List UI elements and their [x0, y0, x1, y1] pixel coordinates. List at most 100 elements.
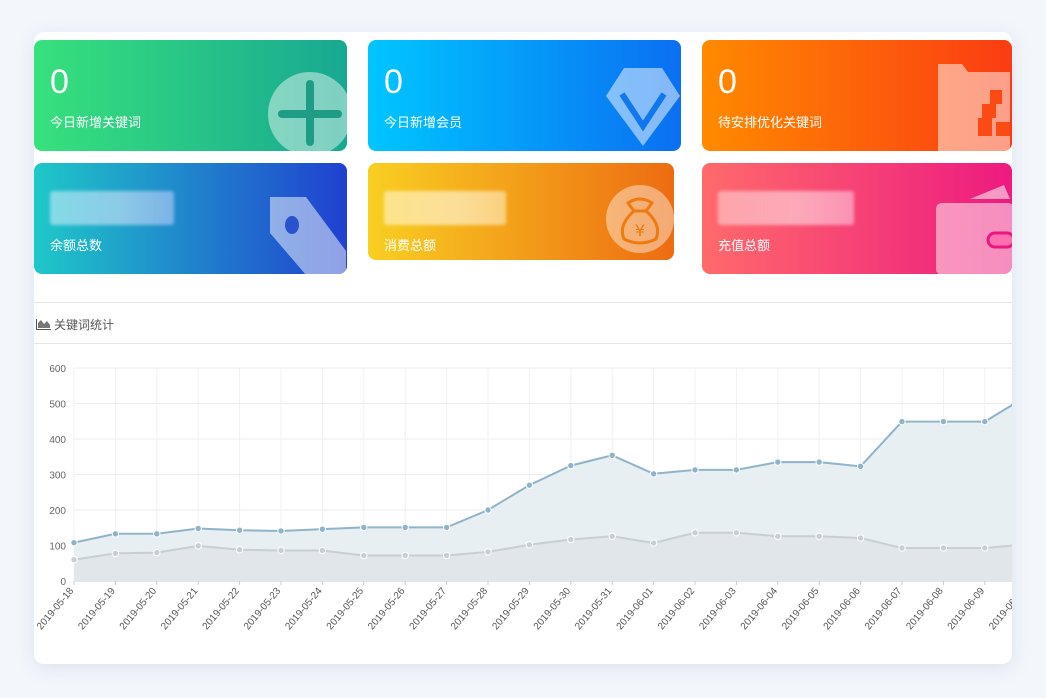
data-point: [111, 530, 120, 538]
data-point: [235, 526, 244, 534]
x-tick-label: 2019-05-29: [490, 586, 532, 633]
data-point: [567, 461, 575, 470]
new-members-label: 今日新增会员: [384, 115, 463, 130]
x-tick-label: 2019-06-02: [656, 586, 698, 633]
data-point: [815, 532, 823, 540]
data-point: [939, 544, 948, 552]
x-tick-label: 2019-05-28: [449, 586, 491, 633]
x-tick-label: 2019-05-30: [532, 586, 574, 633]
dashboard-frame: 0 今日新增关键词 0 今日新增会员 0 待安排优化关键词 余额总数 消费总额 …: [34, 32, 1012, 664]
y-tick-label: 300: [49, 471, 66, 482]
data-point: [898, 417, 906, 426]
data-point: [484, 506, 492, 514]
data-point: [360, 523, 368, 532]
x-tick-label: 2019-05-18: [35, 586, 77, 633]
folder-icon: [938, 64, 1010, 151]
y-tick-label: 100: [49, 542, 66, 553]
data-point: [856, 534, 865, 542]
plus-icon: [268, 72, 347, 151]
data-point: [981, 417, 989, 426]
recharge-total-value-redacted: [718, 191, 854, 225]
x-tick-label: 2019-05-26: [366, 586, 408, 633]
y-tick-label: 400: [49, 435, 66, 446]
balance-total-value-redacted: [50, 191, 174, 225]
new-keywords-label: 今日新增关键词: [50, 115, 142, 130]
panel-header: 关键词统计: [34, 303, 1012, 344]
data-point: [608, 451, 616, 460]
x-tick-label: 2019-06-04: [739, 586, 781, 633]
y-tick-label: 0: [60, 577, 66, 588]
data-point: [898, 544, 906, 552]
data-point: [525, 481, 534, 489]
x-tick-label: 2019-05-20: [118, 586, 160, 633]
new-members-value: 0: [384, 63, 403, 101]
data-point: [567, 535, 575, 544]
data-point: [774, 532, 782, 540]
area-chart-icon: [36, 319, 51, 330]
data-point: [649, 539, 658, 547]
data-point: [856, 462, 865, 471]
data-point: [981, 544, 989, 552]
x-tick-label: 2019-06-01: [615, 586, 657, 633]
consumption-total-value-redacted: [384, 191, 506, 225]
pending-keywords-label: 待安排优化关键词: [718, 115, 823, 130]
data-point: [360, 551, 368, 560]
pending-keywords-card[interactable]: 0 待安排优化关键词: [702, 40, 1012, 151]
data-point: [525, 541, 534, 549]
data-point: [318, 546, 327, 555]
x-tick-label: 2019-06-09: [946, 586, 988, 633]
x-tick-label: 2019-06-06: [822, 586, 864, 633]
consumption-total-label: 消费总额: [384, 238, 437, 253]
x-tick-label: 2019-05-23: [242, 586, 284, 633]
new-keywords-card[interactable]: 0 今日新增关键词: [34, 40, 347, 151]
data-point: [194, 524, 202, 533]
x-tick-label: 2019-05-22: [201, 586, 243, 633]
data-point: [774, 458, 782, 466]
data-point: [484, 548, 492, 556]
x-tick-label: 2019-06-10: [987, 586, 1012, 633]
data-point: [194, 542, 202, 550]
data-point: [277, 527, 285, 535]
balance-total-card[interactable]: 余额总数: [34, 163, 347, 274]
data-point: [70, 538, 78, 547]
y-tick-label: 500: [49, 400, 66, 411]
x-tick-label: 2019-06-05: [780, 586, 822, 633]
money-bag-icon: ¥: [606, 185, 674, 253]
keyword-stats-chart: 01002003004005006002019-05-18 2019-05-19 2…: [35, 364, 1012, 633]
consumption-total-card[interactable]: 消费总额 ¥: [368, 163, 674, 260]
balance-total-label: 余额总数: [50, 238, 103, 253]
pending-keywords-value: 0: [718, 63, 737, 101]
data-point: [401, 523, 409, 532]
data-point: [111, 549, 120, 558]
tag-icon: [270, 197, 346, 274]
data-point: [649, 470, 658, 478]
recharge-total-label: 充值总额: [718, 238, 771, 253]
data-point: [815, 458, 823, 466]
data-point: [442, 523, 451, 532]
data-point: [153, 548, 161, 557]
x-tick-label: 2019-05-31: [573, 586, 615, 633]
data-point: [608, 532, 616, 540]
x-tick-label: 2019-06-03: [697, 586, 739, 633]
data-point: [732, 529, 741, 537]
x-tick-label: 2019-06-07: [863, 586, 905, 633]
keyword-stats-panel: 关键词统计 0 100 200 300 400 500 600 2019-05-18 2019-…: [34, 302, 1012, 664]
y-tick-label: 200: [49, 506, 66, 517]
new-keywords-value: 0: [50, 63, 69, 101]
x-tick-label: 2019-06-08: [904, 586, 946, 633]
data-point: [691, 529, 699, 537]
x-tick-label: 2019-05-21: [159, 586, 201, 633]
data-point: [153, 530, 161, 538]
svg-text:¥: ¥: [635, 221, 645, 240]
y-tick-label: 600: [49, 364, 66, 375]
recharge-total-card[interactable]: 充值总额: [702, 163, 1012, 274]
data-point: [442, 551, 451, 560]
diamond-icon: [606, 68, 680, 146]
data-point: [70, 556, 78, 564]
x-tick-label: 2019-05-19: [76, 586, 118, 633]
data-point: [318, 525, 327, 533]
x-tick-label: 2019-05-27: [408, 586, 450, 633]
x-tick-label: 2019-05-24: [283, 586, 325, 633]
data-point: [235, 546, 244, 554]
new-members-card[interactable]: 0 今日新增会员: [368, 40, 681, 151]
